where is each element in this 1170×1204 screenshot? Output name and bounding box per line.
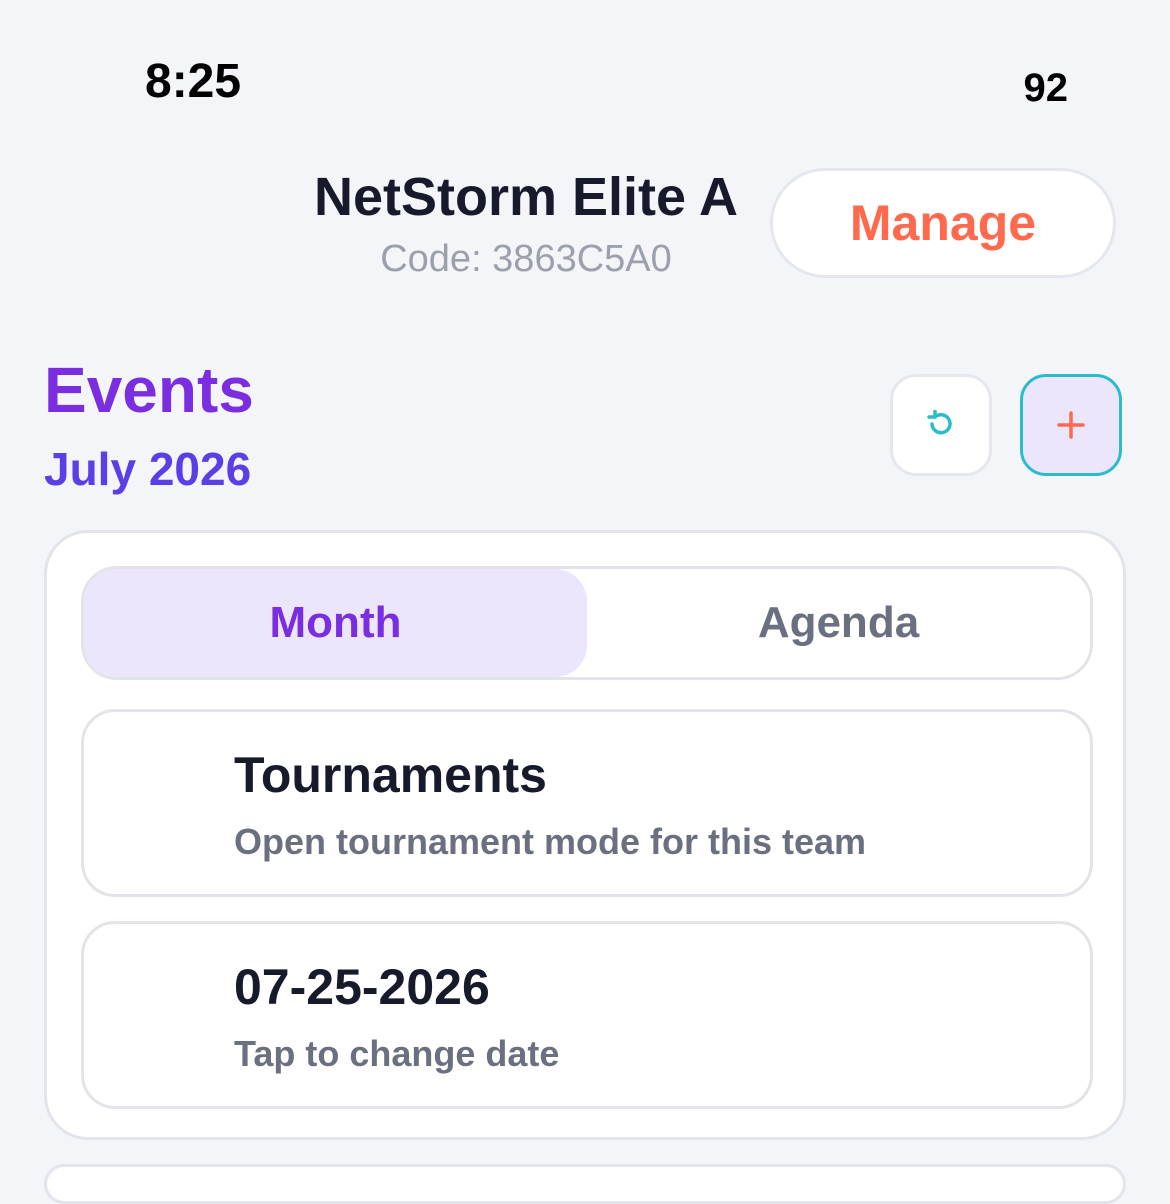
status-time: 8:25: [145, 55, 242, 108]
tournaments-title: Tournaments: [234, 747, 547, 803]
tab-month[interactable]: Month: [84, 569, 587, 677]
team-name: NetStorm Elite A: [313, 167, 739, 227]
next-card: [44, 1164, 1126, 1204]
add-event-button[interactable]: [1020, 374, 1122, 476]
tournaments-row[interactable]: Tournaments Open tournament mode for thi…: [81, 709, 1093, 897]
date-hint: Tap to change date: [234, 1033, 560, 1074]
manage-button[interactable]: Manage: [770, 168, 1116, 278]
events-card: Month Agenda Tournaments Open tournament…: [44, 530, 1126, 1140]
plus-icon: [1057, 411, 1085, 439]
tournaments-subtitle: Open tournament mode for this team: [234, 821, 867, 862]
refresh-icon: [927, 410, 952, 435]
refresh-button[interactable]: [890, 374, 992, 476]
team-code: Code: 3863C5A0: [380, 238, 672, 280]
selected-date: 07-25-2026: [234, 959, 490, 1015]
battery-level: 92: [1023, 66, 1069, 110]
events-title: Events: [44, 354, 254, 426]
tab-agenda[interactable]: Agenda: [587, 569, 1090, 677]
view-toggle: Month Agenda: [81, 566, 1093, 680]
events-month-label: July 2026: [44, 443, 252, 495]
date-picker-row[interactable]: 07-25-2026 Tap to change date: [81, 921, 1093, 1109]
